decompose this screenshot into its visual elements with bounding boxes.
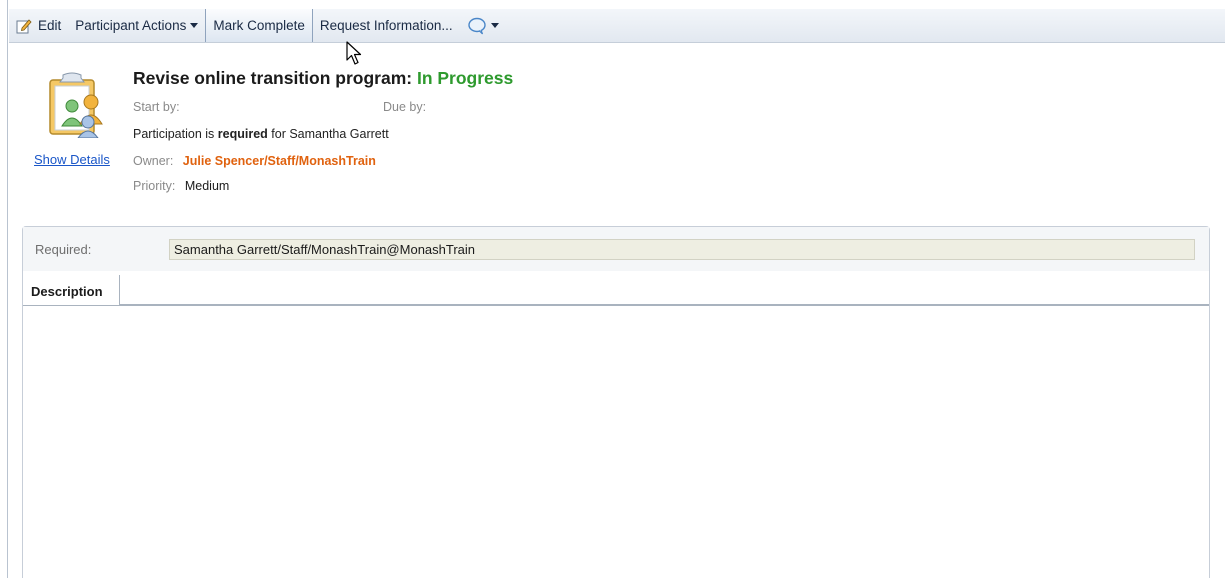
edit-button[interactable]: Edit xyxy=(9,9,68,43)
chat-bubble-icon xyxy=(467,17,486,34)
mark-complete-label: Mark Complete xyxy=(213,18,305,33)
task-status: In Progress xyxy=(416,68,514,88)
tab-description[interactable]: Description xyxy=(23,275,120,305)
description-area[interactable] xyxy=(23,305,1209,580)
owner-label: Owner: xyxy=(133,154,174,168)
request-information-button[interactable]: Request Information... xyxy=(313,9,460,43)
chat-dropdown[interactable] xyxy=(460,9,506,43)
participation-prefix: Participation is xyxy=(133,127,215,141)
edit-icon xyxy=(16,18,32,33)
show-details-link[interactable]: Show Details xyxy=(34,152,110,167)
task-title-text: Revise online transition program: xyxy=(133,68,413,88)
dates-row: Start by: Due by: xyxy=(133,100,426,114)
participation-suffix: for Samantha Garrett xyxy=(271,127,389,141)
request-information-label: Request Information... xyxy=(319,18,453,33)
task-title: Revise online transition program: In Pro… xyxy=(133,68,513,89)
start-by-label: Start by: xyxy=(133,100,180,114)
priority-value: Medium xyxy=(184,179,230,193)
required-label: Required: xyxy=(35,242,92,257)
owner-value: Julie Spencer/Staff/MonashTrain xyxy=(182,154,376,168)
task-details-panel: Required: Samantha Garrett/Staff/MonashT… xyxy=(22,226,1210,580)
due-by-label: Due by: xyxy=(383,100,427,114)
required-participants-row: Required: Samantha Garrett/Staff/MonashT… xyxy=(23,227,1209,272)
tab-strip: Description xyxy=(23,271,1209,305)
participant-actions-dropdown[interactable]: Participant Actions xyxy=(68,9,205,43)
window-top-border xyxy=(0,0,1225,8)
participation-required: required xyxy=(217,127,268,141)
task-clipboard-icon xyxy=(49,72,103,138)
required-participants-field[interactable]: Samantha Garrett/Staff/MonashTrain@Monas… xyxy=(169,239,1195,260)
priority-row: Priority: Medium xyxy=(133,179,229,193)
owner-row: Owner: Julie Spencer/Staff/MonashTrain xyxy=(133,154,376,168)
priority-label: Priority: xyxy=(133,179,176,193)
task-header: Show Details Revise online transition pr… xyxy=(30,58,1210,208)
caret-down-icon xyxy=(490,23,499,28)
caret-down-icon xyxy=(190,23,199,28)
mark-complete-button[interactable]: Mark Complete xyxy=(205,9,313,42)
action-toolbar: Edit Participant Actions Mark Complete R… xyxy=(9,9,1225,43)
participant-actions-label: Participant Actions xyxy=(75,18,187,33)
edit-label: Edit xyxy=(38,18,62,33)
window-left-border xyxy=(0,0,8,578)
participation-text: Participation is required for Samantha G… xyxy=(133,127,389,141)
